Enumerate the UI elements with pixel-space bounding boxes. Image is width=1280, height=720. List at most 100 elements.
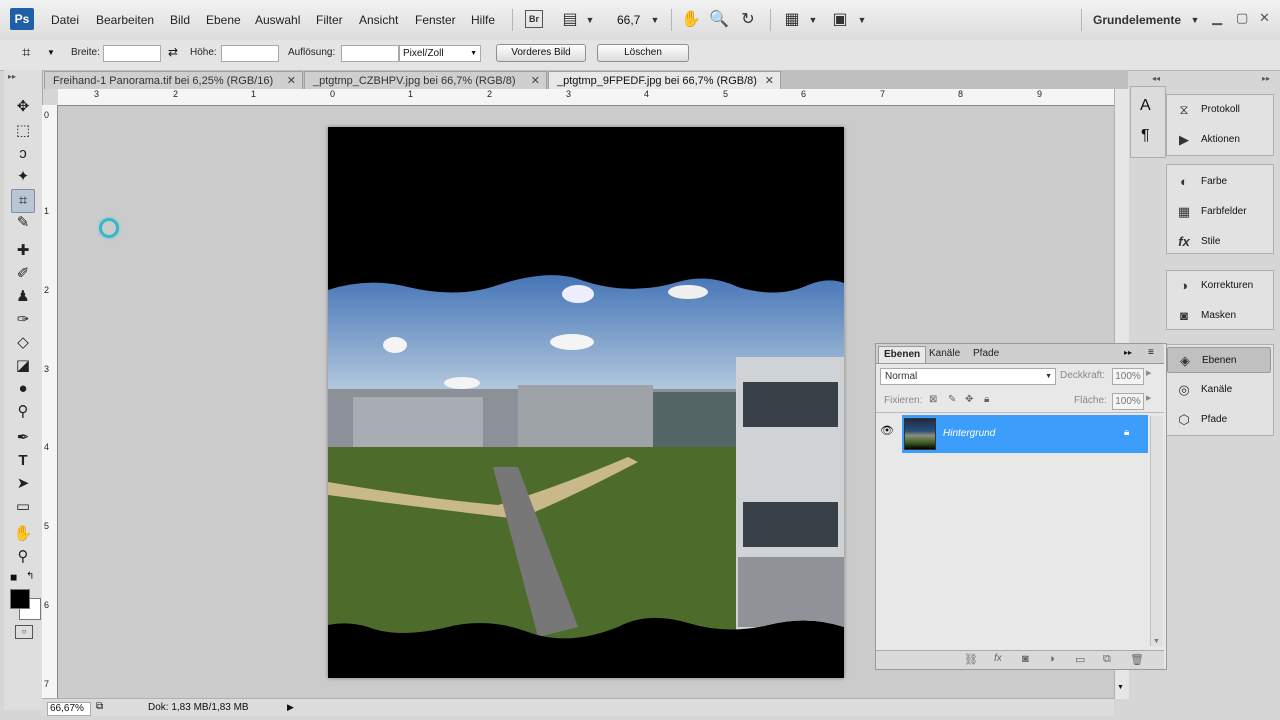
close-icon[interactable]: ✕ (1259, 10, 1270, 26)
eye-visibility-icon[interactable]: 👁︎ (880, 424, 894, 437)
adjustment-layer-icon[interactable]: ◑ (1048, 653, 1055, 665)
menu-hilfe[interactable]: Hilfe (471, 13, 495, 27)
tab-pfade[interactable]: Pfade (968, 346, 1004, 362)
menu-bearbeiten[interactable]: Bearbeiten (96, 13, 154, 27)
chevron-down-icon[interactable]: ▼ (645, 10, 665, 30)
lock-pixels-icon[interactable]: ✎ (948, 394, 956, 405)
screen-mode-icon[interactable]: ▣ (830, 10, 850, 30)
lock-all-icon[interactable]: 🔒︎ (984, 394, 989, 405)
document-tab-active[interactable]: _ptgtmp_9FPEDF.jpg bei 66,7% (RGB/8) ✕ (548, 71, 781, 89)
menu-datei[interactable]: Datei (51, 13, 79, 27)
blur-icon[interactable]: ● (12, 378, 34, 400)
swap-colors-icon[interactable]: ↰ (26, 571, 34, 582)
new-group-icon[interactable]: ▭ (1075, 653, 1085, 666)
chevron-down-icon[interactable]: ▼ (47, 48, 55, 57)
menu-filter[interactable]: Filter (316, 13, 343, 27)
close-icon[interactable]: ✕ (765, 72, 774, 90)
collapse-toolbox-icon[interactable]: ▸▸ (8, 72, 16, 81)
document-tab[interactable]: _ptgtmp_CZBHPV.jpg bei 66,7% (RGB/8) ✕ (304, 71, 547, 89)
zoom-tool-icon[interactable]: ⚲ (12, 546, 34, 568)
maximize-icon[interactable]: ▢ (1236, 10, 1248, 26)
type-icon[interactable]: T (12, 450, 34, 472)
dock-item-korrekturen[interactable]: ◑ Korrekturen (1167, 273, 1271, 299)
quick-mask-icon[interactable]: ○ (15, 625, 33, 639)
marquee-icon[interactable]: ⬚ (12, 120, 34, 142)
scroll-down-icon[interactable]: ▼ (1153, 638, 1160, 645)
brush-icon[interactable]: ✐ (12, 263, 34, 285)
swap-dimensions-icon[interactable]: ⇄ (168, 45, 178, 59)
chevron-down-icon[interactable]: ▼ (1185, 10, 1205, 30)
resolution-input[interactable] (341, 45, 399, 62)
shape-icon[interactable]: ▭ (12, 496, 34, 518)
tab-ebenen[interactable]: Ebenen (878, 346, 927, 363)
healing-brush-icon[interactable]: ✚ (12, 240, 34, 262)
magic-wand-icon[interactable]: ✦ (12, 166, 34, 188)
default-colors-icon[interactable]: ◼ (10, 572, 17, 583)
layer-style-icon[interactable]: fx (994, 653, 1002, 664)
add-mask-icon[interactable]: ◙ (1022, 653, 1029, 665)
clear-button[interactable]: Löschen (597, 44, 689, 62)
eraser-icon[interactable]: ◇ (12, 332, 34, 354)
lock-transparency-icon[interactable]: ⊠ (929, 394, 937, 405)
lasso-icon[interactable]: ↄ (12, 143, 34, 165)
menu-auswahl[interactable]: Auswahl (255, 13, 300, 27)
document-image[interactable] (328, 127, 844, 678)
menu-ebene[interactable]: Ebene (206, 13, 241, 27)
menu-fenster[interactable]: Fenster (415, 13, 456, 27)
dock-item-farbfelder[interactable]: ▦ Farbfelder (1167, 199, 1271, 225)
panel-menu-icon[interactable]: ≡ (1148, 347, 1154, 358)
rotate-view-icon[interactable]: ↻ (738, 10, 758, 30)
dock-item-ebenen[interactable]: ◈ Ebenen (1167, 347, 1271, 373)
arrange-documents-icon[interactable]: ▦ (782, 10, 802, 30)
path-selection-icon[interactable]: ➤ (12, 473, 34, 495)
hand-tool-icon[interactable]: ✋ (12, 523, 34, 545)
crop-tool-preset-icon[interactable]: ⌗ (22, 44, 30, 61)
new-layer-icon[interactable]: ⧉ (1103, 653, 1111, 666)
zoom-icon[interactable]: 🔍 (709, 10, 729, 30)
height-input[interactable] (221, 45, 279, 62)
blend-mode-select[interactable]: Normal ▼ (880, 368, 1056, 385)
zoom-field[interactable]: 66,67% (47, 702, 91, 716)
close-icon[interactable]: ✕ (531, 72, 540, 90)
pen-icon[interactable]: ✒ (12, 427, 34, 449)
menu-ansicht[interactable]: Ansicht (359, 13, 398, 27)
delete-layer-icon[interactable]: 🗑︎ (1130, 653, 1144, 666)
fill-slider-arrow-icon[interactable]: ▶ (1146, 394, 1151, 402)
menu-bild[interactable]: Bild (170, 13, 190, 27)
opacity-field[interactable]: 100% (1112, 368, 1144, 385)
bridge-icon[interactable]: Br (525, 10, 543, 28)
chevron-down-icon[interactable]: ▼ (803, 10, 823, 30)
status-menu-arrow-icon[interactable]: ▶ (287, 702, 294, 713)
dock-item-stile[interactable]: fx Stile (1167, 229, 1271, 255)
paragraph-panel-icon[interactable]: ¶ (1141, 127, 1150, 145)
layers-scrollbar[interactable]: ▼ (1150, 416, 1163, 646)
close-icon[interactable]: ✕ (287, 72, 296, 90)
document-tab[interactable]: Freihand-1 Panorama.tif bei 6,25% (RGB/1… (44, 71, 303, 89)
layer-row-hintergrund[interactable]: Hintergrund 🔒︎ (902, 415, 1148, 453)
link-layers-icon[interactable]: ⛓ (964, 653, 978, 666)
dock-item-pfade[interactable]: ⬡ Pfade (1167, 407, 1271, 433)
dodge-icon[interactable]: ⚲ (12, 401, 34, 423)
collapse-panel-icon[interactable]: ▸▸ (1124, 348, 1132, 357)
dock-item-farbe[interactable]: ◐ Farbe (1167, 169, 1271, 195)
hand-icon[interactable]: ✋ (681, 10, 701, 30)
character-panel-icon[interactable]: A (1140, 97, 1151, 115)
tab-kanaele[interactable]: Kanäle (924, 346, 965, 362)
dock-item-masken[interactable]: ◙ Masken (1167, 303, 1271, 329)
width-input[interactable] (103, 45, 161, 62)
clone-stamp-icon[interactable]: ♟ (12, 286, 34, 308)
workspace-switcher[interactable]: Grundelemente (1093, 13, 1181, 27)
fill-field[interactable]: 100% (1112, 393, 1144, 410)
paint-bucket-icon[interactable]: ◪ (12, 355, 34, 377)
move-icon[interactable]: ✥ (12, 96, 34, 118)
resolution-unit-select[interactable]: Pixel/Zoll ▼ (399, 45, 481, 62)
eyedropper-icon[interactable]: ✎ (12, 212, 34, 234)
front-image-button[interactable]: Vorderes Bild (496, 44, 586, 62)
dock-item-kanaele[interactable]: ◎ Kanäle (1167, 377, 1271, 403)
lock-position-icon[interactable]: ✥ (965, 394, 973, 405)
zoom-level-dropdown[interactable]: 66,7 (617, 13, 640, 27)
chevron-down-icon[interactable]: ▼ (852, 10, 872, 30)
scroll-down-icon[interactable]: ▼ (1117, 684, 1124, 691)
opacity-slider-arrow-icon[interactable]: ▶ (1146, 369, 1151, 377)
chevron-down-icon[interactable]: ▼ (580, 10, 600, 30)
